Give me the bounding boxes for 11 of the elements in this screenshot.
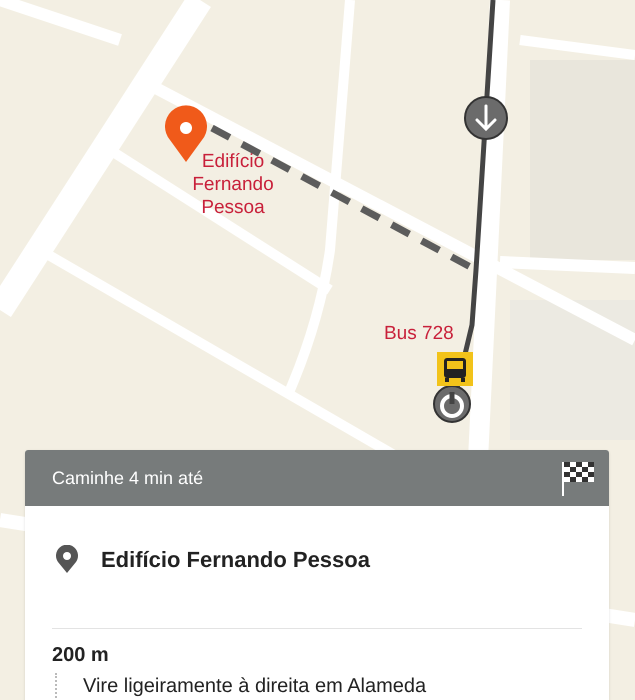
start-point-icon bbox=[433, 385, 471, 423]
checkered-flag-icon bbox=[561, 460, 595, 496]
step-distance: 200 m bbox=[52, 643, 110, 667]
step-instruction: Vire ligeiramente à direita em Alameda bbox=[83, 675, 426, 699]
destination-name: Edifício Fernando Pessoa bbox=[101, 546, 370, 574]
bus-icon bbox=[437, 352, 473, 386]
location-pin-icon bbox=[55, 545, 79, 573]
arrow-down-icon bbox=[464, 96, 508, 140]
bus-label: Bus 728 bbox=[384, 322, 454, 345]
destination-label: Edifício Fernando Pessoa bbox=[191, 150, 275, 219]
panel-title: Caminhe 4 min até bbox=[52, 466, 204, 490]
